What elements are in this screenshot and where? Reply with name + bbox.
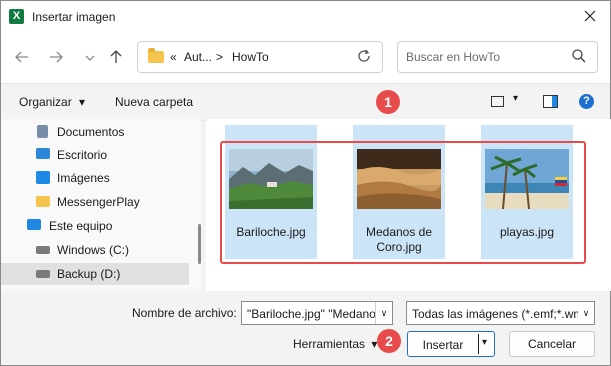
filetype-select[interactable]: Todas las imágenes (*.emf;*.wmf;*.jpg) ∨ [406,301,595,325]
breadcrumb-separator: > [216,50,224,64]
sidebar-item-backup-d[interactable]: Backup (D:) [1,263,189,285]
sidebar-item-imagenes[interactable]: Imágenes [1,167,189,189]
file-list: Bariloche.jpg Medanos de Coro.jpg playas… [206,119,611,291]
arrow-left-icon [15,51,28,63]
sidebar-item-label: Backup (D:) [57,267,121,281]
new-folder-button[interactable]: Nueva carpeta [115,95,193,109]
chevron-down-icon[interactable]: ▾ [482,337,487,348]
insert-button[interactable]: Insertar ▾ [407,331,495,357]
preview-pane-icon[interactable] [543,95,558,108]
back-button[interactable] [13,49,31,67]
chevron-down-icon[interactable]: ∨ [578,302,594,324]
sidebar-item-documentos[interactable]: Documentos [1,121,189,143]
computer-icon [27,219,41,230]
desktop-icon [36,148,50,159]
excel-icon: X [9,9,24,24]
arrow-up-icon [110,50,122,63]
drive-icon [36,270,50,278]
up-button[interactable] [107,49,125,67]
address-bar[interactable]: « Aut... > HowTo [137,41,383,73]
dialog-title: Insertar imagen [32,10,116,24]
sidebar-item-label: Este equipo [49,219,113,233]
breadcrumb-overflow[interactable]: « [170,50,177,64]
breadcrumb-item[interactable]: Aut... [184,50,212,64]
insert-image-dialog: X Insertar imagen « Aut... > HowTo Busca… [0,0,611,366]
navigation-bar: « Aut... > HowTo Buscar en HowTo [1,31,610,83]
close-button[interactable] [580,6,600,26]
organize-label: Organizar [19,95,72,109]
dialog-footer: Nombre de archivo: "Bariloche.jpg" "Meda… [1,291,610,365]
close-icon [584,10,596,22]
search-icon [572,49,586,63]
pictures-icon [36,171,50,184]
arrow-right-icon [50,51,63,63]
refresh-button[interactable] [356,48,372,68]
tools-label: Herramientas [293,337,366,351]
sidebar-item-label: Windows (C:) [57,243,130,257]
folder-icon [36,196,50,207]
chevron-down-icon[interactable]: ∨ [375,302,392,324]
cancel-button[interactable]: Cancelar [509,331,595,357]
filetype-value: Todas las imágenes (*.emf;*.wmf;*.jpg) [412,307,594,321]
filename-value[interactable]: "Bariloche.jpg" "Medanos de Coro.jpg" "p… [247,307,392,321]
annotation-marker-1: 1 [376,90,400,114]
view-mode-icon[interactable] [491,96,504,107]
sidebar-item-label: MessengerPlay [57,195,140,209]
folder-icon [148,48,164,63]
split-divider [478,334,479,354]
sidebar-item-escritorio[interactable]: Escritorio [1,144,189,166]
annotation-marker-2: 2 [377,329,401,353]
sidebar-scrollbar[interactable] [198,224,201,264]
filename-field[interactable]: "Bariloche.jpg" "Medanos de Coro.jpg" "p… [241,301,393,325]
search-input[interactable]: Buscar en HowTo [406,50,500,64]
chevron-down-icon[interactable]: ▾ [513,93,518,104]
sidebar-item-messengerplay[interactable]: MessengerPlay [1,191,189,213]
title-bar: X Insertar imagen [1,1,610,31]
document-icon [37,125,48,138]
chevron-down-icon [85,55,95,61]
tools-menu[interactable]: Herramientas ▾ [293,337,377,351]
insert-label: Insertar [422,338,464,352]
refresh-icon [358,49,370,62]
help-icon[interactable]: ? [579,94,594,109]
selection-highlight-box [220,141,586,264]
chevron-down-icon: ▾ [79,95,86,109]
sidebar-item-windows-c[interactable]: Windows (C:) [1,239,189,261]
filename-label: Nombre de archivo: [132,306,237,320]
sidebar-item-label: Imágenes [57,171,110,185]
navigation-pane: Documentos Escritorio Imágenes Messenger… [1,119,201,291]
breadcrumb-item-current[interactable]: HowTo [232,50,269,64]
sidebar-item-este-equipo[interactable]: Este equipo [1,215,189,237]
sidebar-item-label: Escritorio [57,148,108,162]
recent-locations-button[interactable] [81,49,99,67]
command-bar: Organizar ▾ Nueva carpeta ▾ ? [1,83,610,121]
search-box[interactable]: Buscar en HowTo [397,41,598,73]
sidebar-item-label: Documentos [57,125,125,139]
drive-icon [36,246,50,254]
forward-button[interactable] [47,49,65,67]
organize-menu[interactable]: Organizar ▾ [19,95,85,109]
